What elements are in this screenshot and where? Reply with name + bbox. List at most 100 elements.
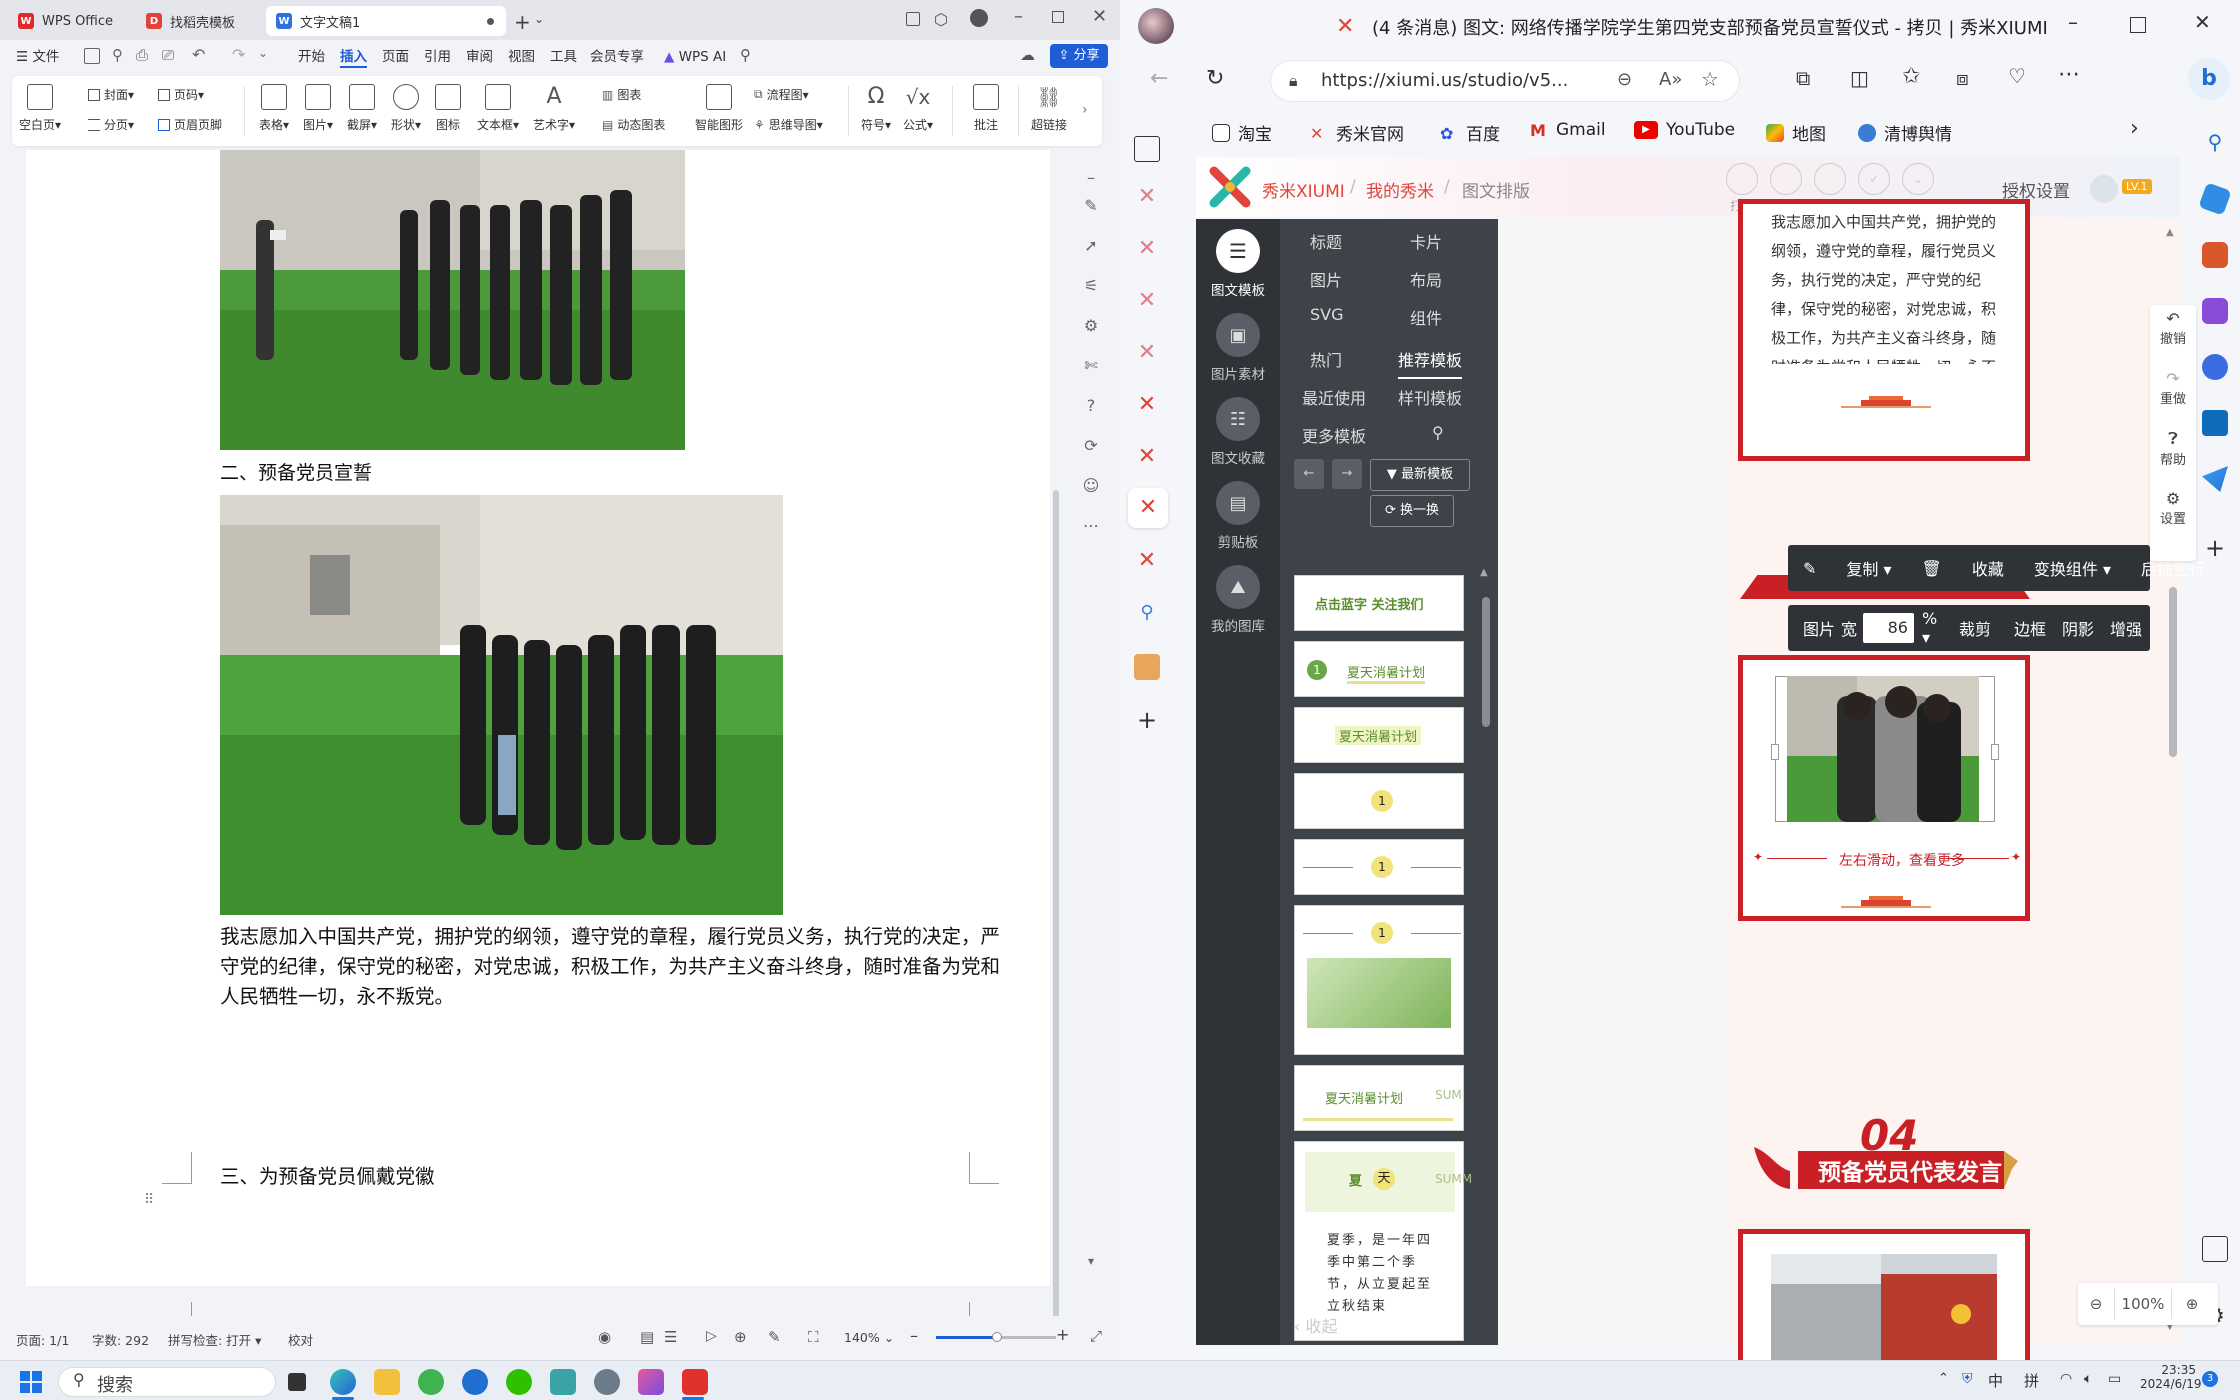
- shape-button[interactable]: 形状▾: [384, 80, 428, 133]
- cube-icon[interactable]: ⬡: [934, 10, 948, 29]
- new-tab-icon[interactable]: +: [514, 10, 531, 34]
- menu-recommended[interactable]: 推荐模板: [1398, 347, 1463, 379]
- enhance-button[interactable]: 增强: [2110, 616, 2142, 640]
- oath-paragraph[interactable]: 我志愿加入中国共产党，拥护党的纲领，遵守党的章程，履行党员义务，执行党的决定，严…: [220, 922, 1000, 1012]
- pen-mode-icon[interactable]: ✎: [768, 1328, 781, 1346]
- scroll-up-icon[interactable]: ▲: [2166, 227, 2174, 238]
- canvas-scrollbar[interactable]: ▲ ▼: [2166, 227, 2180, 1337]
- menu-sample[interactable]: 样刊模板: [1398, 385, 1462, 409]
- template-thumb[interactable]: 夏 天 SUMM 夏季，是一年四季中第二个季节，从立夏起至立秋结束: [1294, 1141, 1472, 1341]
- outlook-icon[interactable]: [2202, 410, 2228, 436]
- undo-icon[interactable]: ↶: [192, 45, 205, 64]
- menu-more-templates[interactable]: 更多模板: [1302, 423, 1366, 447]
- image-tab-icon[interactable]: [1134, 654, 1160, 680]
- eye-icon[interactable]: ◉: [598, 1328, 611, 1346]
- word-count[interactable]: 字数: 292: [92, 1330, 149, 1349]
- dynamic-chart-button[interactable]: ▤ 动态图表: [602, 116, 665, 133]
- table-button[interactable]: 表格▾: [252, 80, 296, 133]
- taskbar-search[interactable]: ⚲ 搜索: [58, 1367, 276, 1397]
- windows-start-icon[interactable]: [20, 1371, 42, 1393]
- search-tab-icon[interactable]: ⚲: [1134, 602, 1160, 628]
- template-thumb[interactable]: 1: [1294, 905, 1464, 1055]
- xiumi-tab-icon[interactable]: ✕: [1134, 548, 1160, 574]
- cloud-icon[interactable]: ☁: [1020, 46, 1035, 64]
- doc-heading-3[interactable]: 三、为预备党员佩戴党徽: [220, 1160, 435, 1189]
- unsaved-dot-icon[interactable]: [487, 18, 494, 25]
- menu-layout[interactable]: 布局: [1410, 267, 1442, 291]
- tab-docer-templates[interactable]: D 找稻壳模板: [136, 6, 262, 36]
- wordart-button[interactable]: A 艺术字▾: [528, 80, 580, 133]
- share-button[interactable]: ⇪ 分享: [1050, 44, 1108, 68]
- edge-app-icon[interactable]: [330, 1369, 356, 1395]
- send-icon[interactable]: [2202, 466, 2228, 492]
- ime-pinyin[interactable]: 拼: [2024, 1370, 2039, 1391]
- sync-icon[interactable]: ⟳: [1080, 436, 1102, 458]
- url-text[interactable]: https://xiumi.us/studio/v5...: [1321, 70, 1568, 91]
- menu-image[interactable]: 图片: [1310, 267, 1342, 291]
- prev-arrow-icon[interactable]: ←: [1294, 459, 1324, 489]
- more-icon[interactable]: ⋯: [2058, 62, 2080, 87]
- search-icon[interactable]: ⚲: [740, 46, 751, 64]
- menu-member[interactable]: 会员专享: [590, 46, 644, 68]
- xiumi-logo-icon[interactable]: [1208, 165, 1252, 209]
- screenshot-icon[interactable]: [2202, 1236, 2228, 1262]
- web-view-icon[interactable]: ⊕: [734, 1328, 747, 1346]
- wps-app-icon[interactable]: [682, 1369, 708, 1395]
- template-thumb[interactable]: 夏天消暑计划: [1294, 707, 1464, 763]
- xiumi-tab-active-icon[interactable]: ✕: [1128, 488, 1168, 528]
- adjust-icon[interactable]: ⚟: [1080, 276, 1102, 298]
- document-page[interactable]: 二、预备党员宣誓 我志愿加入中国共产党，拥护党的纲领，遵守党的章程，履行党员义务…: [26, 150, 1050, 1334]
- games-icon[interactable]: [2202, 298, 2228, 324]
- tag-icon[interactable]: [2198, 182, 2232, 216]
- formula-button[interactable]: √x 公式▾: [896, 80, 940, 133]
- flowchart-button[interactable]: ⧉ 流程图 ▾: [754, 86, 809, 103]
- screenshot-button[interactable]: 截屏▾: [340, 80, 384, 133]
- copilot-icon[interactable]: [2202, 354, 2228, 380]
- tab-image-material[interactable]: ▣ 图片素材: [1196, 313, 1280, 383]
- print-preview-icon[interactable]: ⎚: [162, 46, 174, 64]
- app-icon[interactable]: [638, 1369, 664, 1395]
- refresh-icon[interactable]: ↻: [1206, 66, 1224, 91]
- task-view-icon[interactable]: [288, 1373, 306, 1391]
- read-aloud-icon[interactable]: A»: [1659, 69, 1682, 90]
- speech-card[interactable]: [1738, 1229, 2030, 1394]
- page-view-icon[interactable]: ▤: [640, 1328, 654, 1346]
- transform-component-button[interactable]: 变换组件 ▾: [2034, 556, 2111, 580]
- settings-app-icon[interactable]: [594, 1369, 620, 1395]
- favorites-icon[interactable]: ✩: [1902, 64, 1920, 89]
- template-scrollbar[interactable]: ▲: [1480, 567, 1492, 1345]
- menu-start[interactable]: 开始: [298, 46, 325, 68]
- xiumi-tab-icon[interactable]: ✕: [1134, 444, 1160, 470]
- zoom-level[interactable]: 140% ⌄: [844, 1330, 894, 1345]
- collapse-icon[interactable]: –: [1080, 168, 1102, 190]
- file-explorer-icon[interactable]: [374, 1369, 400, 1395]
- tools-icon[interactable]: ✄: [1080, 356, 1102, 378]
- oath-photo-2[interactable]: [220, 495, 783, 915]
- symbol-button[interactable]: Ω 符号▾: [854, 80, 898, 133]
- tab-wps-office[interactable]: W WPS Office: [8, 6, 132, 36]
- menu-tools[interactable]: 工具: [550, 46, 577, 68]
- bookmark-xiumi[interactable]: ✕ 秀米官网: [1310, 120, 1404, 146]
- menu-card[interactable]: 卡片: [1410, 229, 1442, 253]
- scroll-thumb[interactable]: [1482, 597, 1490, 727]
- menu-reference[interactable]: 引用: [424, 46, 451, 68]
- proofread[interactable]: 校对: [288, 1330, 313, 1349]
- xiumi-tab-icon[interactable]: ✕: [1134, 340, 1160, 366]
- back-icon[interactable]: ←: [1150, 66, 1168, 91]
- window-layout-icon[interactable]: [906, 12, 920, 26]
- width-unit[interactable]: % ▾: [1922, 609, 1944, 647]
- user-avatar[interactable]: [2090, 175, 2118, 203]
- save-icon[interactable]: [84, 48, 100, 64]
- wifi-icon[interactable]: ◠: [2060, 1371, 2072, 1387]
- add-icon[interactable]: +: [2202, 534, 2228, 562]
- shield-icon[interactable]: ⛨: [1962, 1371, 1973, 1387]
- breadcrumb-my-xiumi[interactable]: 我的秀米: [1366, 177, 1434, 202]
- close-icon[interactable]: ✕: [2194, 10, 2211, 34]
- zoom-icon[interactable]: ⊖: [1617, 69, 1632, 90]
- fit-page-icon[interactable]: ⛶: [808, 1328, 819, 1346]
- template-search-icon[interactable]: ⚲: [1432, 423, 1444, 442]
- picture-button[interactable]: 图片▾: [296, 80, 340, 133]
- url-field[interactable]: 🔒︎ https://xiumi.us/studio/v5... ⊖ A» ☆: [1270, 60, 1740, 102]
- health-icon[interactable]: ♡: [2008, 64, 2026, 88]
- oath-photo-1[interactable]: [220, 150, 685, 450]
